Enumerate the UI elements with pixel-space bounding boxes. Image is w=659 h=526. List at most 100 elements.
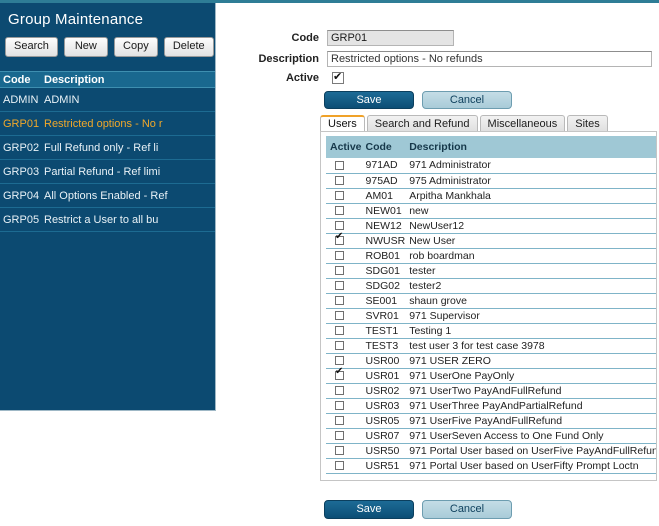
group-row[interactable]: GRP04All Options Enabled - Ref: [0, 184, 215, 208]
user-active-cell: [326, 233, 362, 248]
table-row[interactable]: TEST3test user 3 for test case 3978: [326, 338, 657, 353]
group-row[interactable]: GRP01Restricted options - No r: [0, 112, 215, 136]
table-row[interactable]: NWUSRNew User: [326, 233, 657, 248]
user-active-checkbox[interactable]: [335, 416, 344, 425]
table-row[interactable]: USR00971 USER ZERO: [326, 353, 657, 368]
user-code-cell: USR07: [362, 428, 406, 443]
table-row[interactable]: 975AD975 Administrator: [326, 173, 657, 188]
users-grid-body: 971AD971 Administrator975AD975 Administr…: [326, 158, 657, 473]
copy-button[interactable]: Copy: [114, 37, 158, 57]
group-row-description: Partial Refund - Ref limi: [44, 166, 215, 178]
user-code-cell: SVR01: [362, 308, 406, 323]
description-input[interactable]: [327, 51, 652, 67]
user-code-cell: SDG01: [362, 263, 406, 278]
user-description-cell: New User: [405, 233, 657, 248]
user-active-checkbox[interactable]: [335, 461, 344, 470]
table-row[interactable]: USR50971 Portal User based on UserFive P…: [326, 443, 657, 458]
user-description-cell: rob boardman: [405, 248, 657, 263]
user-active-checkbox[interactable]: [335, 191, 344, 200]
user-active-checkbox[interactable]: [335, 431, 344, 440]
user-active-checkbox[interactable]: [335, 236, 344, 245]
group-grid: Code Description ADMINADMINGRP01Restrict…: [0, 71, 215, 232]
user-active-cell: [326, 338, 362, 353]
cancel-button-top[interactable]: Cancel: [422, 91, 512, 109]
user-description-cell: 971 Supervisor: [405, 308, 657, 323]
user-active-checkbox[interactable]: [335, 176, 344, 185]
table-row[interactable]: ROB01rob boardman: [326, 248, 657, 263]
table-row[interactable]: USR07971 UserSeven Access to One Fund On…: [326, 428, 657, 443]
group-grid-header-code: Code: [0, 74, 44, 86]
group-row[interactable]: GRP03Partial Refund - Ref limi: [0, 160, 215, 184]
table-row[interactable]: SE001shaun grove: [326, 293, 657, 308]
table-row[interactable]: AM01Arpitha Mankhala: [326, 188, 657, 203]
table-row[interactable]: USR01971 UserOne PayOnly: [326, 368, 657, 383]
group-row[interactable]: GRP05Restrict a User to all bu: [0, 208, 215, 232]
code-field-row: Code: [220, 30, 454, 46]
table-row[interactable]: USR05971 UserFive PayAndFullRefund: [326, 413, 657, 428]
table-row[interactable]: USR02971 UserTwo PayAndFullRefund: [326, 383, 657, 398]
cancel-button-bottom[interactable]: Cancel: [422, 500, 512, 519]
user-code-cell: USR50: [362, 443, 406, 458]
table-row[interactable]: TEST1Testing 1: [326, 323, 657, 338]
table-row[interactable]: NEW01new: [326, 203, 657, 218]
user-code-cell: ROB01: [362, 248, 406, 263]
user-active-checkbox[interactable]: [335, 386, 344, 395]
users-grid-header: Active Code Description: [326, 136, 657, 158]
user-code-cell: 975AD: [362, 173, 406, 188]
table-row[interactable]: SDG02tester2: [326, 278, 657, 293]
app-window: Group Maintenance Search New Copy Delete…: [0, 0, 659, 526]
group-row-description: Restricted options - No r: [44, 118, 215, 130]
user-active-cell: [326, 443, 362, 458]
table-row[interactable]: SVR01971 Supervisor: [326, 308, 657, 323]
user-active-checkbox[interactable]: [335, 281, 344, 290]
group-row-code: GRP04: [0, 190, 44, 202]
user-active-checkbox[interactable]: [335, 326, 344, 335]
user-active-cell: [326, 158, 362, 173]
user-code-cell: SE001: [362, 293, 406, 308]
user-active-checkbox[interactable]: [335, 221, 344, 230]
user-description-cell: tester: [405, 263, 657, 278]
user-active-checkbox[interactable]: [335, 296, 344, 305]
user-description-cell: 971 Portal User based on UserFive PayAnd…: [405, 443, 657, 458]
delete-button[interactable]: Delete: [164, 37, 214, 57]
user-active-cell: [326, 383, 362, 398]
users-col-description: Description: [405, 136, 657, 158]
table-row[interactable]: USR51971 Portal User based on UserFifty …: [326, 458, 657, 473]
user-description-cell: 971 Portal User based on UserFifty Promp…: [405, 458, 657, 473]
table-row[interactable]: NEW12NewUser12: [326, 218, 657, 233]
user-active-cell: [326, 323, 362, 338]
user-code-cell: AM01: [362, 188, 406, 203]
group-row-description: Restrict a User to all bu: [44, 214, 215, 226]
user-active-checkbox[interactable]: [335, 251, 344, 260]
user-active-checkbox[interactable]: [335, 161, 344, 170]
user-active-checkbox[interactable]: [335, 341, 344, 350]
search-button[interactable]: Search: [5, 37, 58, 57]
user-active-cell: [326, 368, 362, 383]
table-row[interactable]: 971AD971 Administrator: [326, 158, 657, 173]
user-active-checkbox[interactable]: [335, 206, 344, 215]
user-active-checkbox[interactable]: [335, 356, 344, 365]
group-row[interactable]: ADMINADMIN: [0, 88, 215, 112]
table-row[interactable]: USR03971 UserThree PayAndPartialRefund: [326, 398, 657, 413]
user-description-cell: 971 UserOne PayOnly: [405, 368, 657, 383]
user-description-cell: 971 UserTwo PayAndFullRefund: [405, 383, 657, 398]
user-active-checkbox[interactable]: [335, 446, 344, 455]
user-active-checkbox[interactable]: [335, 266, 344, 275]
new-button[interactable]: New: [64, 37, 108, 57]
save-button-bottom[interactable]: Save: [324, 500, 414, 519]
user-active-cell: [326, 278, 362, 293]
user-active-checkbox[interactable]: [335, 371, 344, 380]
code-input[interactable]: [327, 30, 454, 46]
user-active-checkbox[interactable]: [335, 311, 344, 320]
group-detail-form: Code Description Active Save Cancel User…: [216, 3, 659, 526]
table-row[interactable]: SDG01tester: [326, 263, 657, 278]
active-checkbox[interactable]: [332, 72, 344, 84]
user-code-cell: USR01: [362, 368, 406, 383]
user-code-cell: USR51: [362, 458, 406, 473]
user-active-cell: [326, 458, 362, 473]
save-button-top[interactable]: Save: [324, 91, 414, 109]
user-description-cell: 971 UserSeven Access to One Fund Only: [405, 428, 657, 443]
user-active-checkbox[interactable]: [335, 401, 344, 410]
group-row[interactable]: GRP02Full Refund only - Ref li: [0, 136, 215, 160]
group-row-code: GRP01: [0, 118, 44, 130]
